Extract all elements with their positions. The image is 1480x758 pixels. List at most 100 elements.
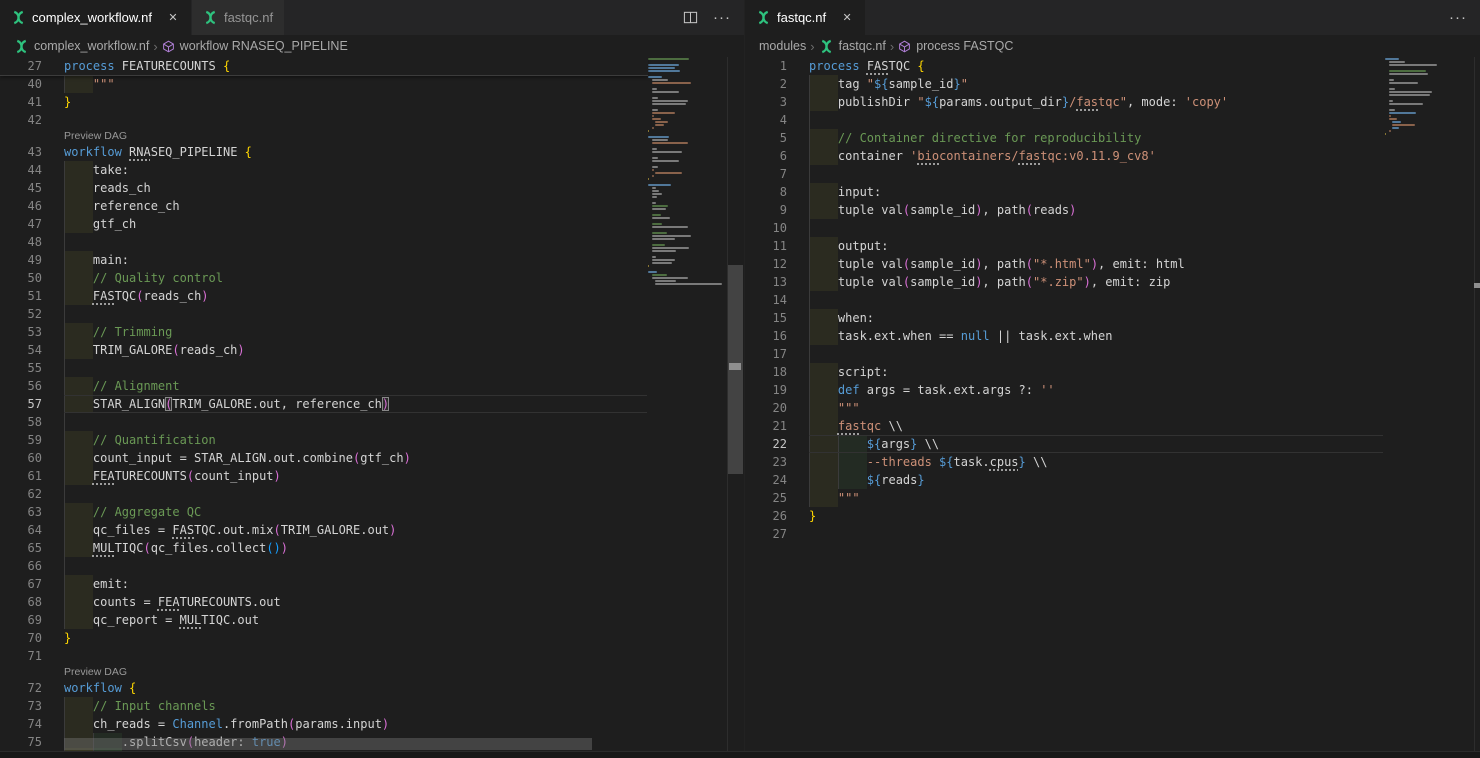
- code-line[interactable]: 69qc_report = MULTIQC.out: [0, 611, 647, 629]
- code-token: ): [274, 541, 281, 555]
- more-actions-icon[interactable]: ···: [1449, 10, 1467, 25]
- code-line[interactable]: 64qc_files = FASTQC.out.mix(TRIM_GALORE.…: [0, 521, 647, 539]
- line-number: 70: [0, 629, 42, 647]
- code-line[interactable]: 55: [0, 359, 647, 377]
- code-token: qc_files.collect: [151, 541, 267, 555]
- code-line[interactable]: 7: [745, 165, 1383, 183]
- code-line[interactable]: 41}: [0, 93, 647, 111]
- breadcrumb-item[interactable]: process FASTQC: [898, 39, 1013, 53]
- code-line[interactable]: 73// Input channels: [0, 697, 647, 715]
- code-line[interactable]: 1process FASTQC {: [745, 57, 1383, 75]
- code-line[interactable]: 5// Container directive for reproducibil…: [745, 129, 1383, 147]
- codelens-preview-dag[interactable]: Preview DAG: [64, 129, 127, 143]
- code-token: ${: [867, 473, 881, 487]
- codelens-preview-dag[interactable]: Preview DAG: [64, 665, 127, 679]
- code-line[interactable]: 12tuple val(sample_id), path("*.html"), …: [745, 255, 1383, 273]
- code-line[interactable]: 23--threads ${task.cpus} \\: [745, 453, 1383, 471]
- code-line[interactable]: 50// Quality control: [0, 269, 647, 287]
- line-number: 4: [745, 111, 787, 129]
- code-line[interactable]: 42: [0, 111, 647, 129]
- code-line[interactable]: 71: [0, 647, 647, 665]
- code-line[interactable]: 16task.ext.when == null || task.ext.when: [745, 327, 1383, 345]
- split-editor-icon[interactable]: [683, 10, 698, 25]
- code-line[interactable]: 62: [0, 485, 647, 503]
- code-line[interactable]: 63// Aggregate QC: [0, 503, 647, 521]
- code-line[interactable]: 2tag "${sample_id}": [745, 75, 1383, 93]
- code-line[interactable]: 6container 'biocontainers/fastqc:v0.11.9…: [745, 147, 1383, 165]
- code-line[interactable]: 25""": [745, 489, 1383, 507]
- code-line[interactable]: 3publishDir "${params.output_dir}/fastqc…: [745, 93, 1383, 111]
- more-actions-icon[interactable]: ···: [713, 10, 731, 25]
- code-line[interactable]: 24${reads}: [745, 471, 1383, 489]
- horizontal-scrollbar-thumb[interactable]: [64, 738, 592, 750]
- code-line[interactable]: 59// Quantification: [0, 431, 647, 449]
- code-text: take:: [93, 161, 129, 179]
- breadcrumb-item[interactable]: modules: [759, 39, 806, 53]
- tab-bar: fastqc.nf✕ ···: [745, 0, 1480, 35]
- code-token: }: [1019, 455, 1026, 469]
- code-line[interactable]: 19def args = task.ext.args ?: '': [745, 381, 1383, 399]
- code-line[interactable]: 11output:: [745, 237, 1383, 255]
- code-line[interactable]: 54TRIM_GALORE(reads_ch): [0, 341, 647, 359]
- code-line[interactable]: 58: [0, 413, 647, 431]
- code-line[interactable]: 4: [745, 111, 1383, 129]
- breadcrumb-item[interactable]: fastqc.nf: [819, 39, 886, 54]
- code-line[interactable]: 74ch_reads = Channel.fromPath(params.inp…: [0, 715, 647, 733]
- code-line[interactable]: 67emit:: [0, 575, 647, 593]
- code-line[interactable]: 45reads_ch: [0, 179, 647, 197]
- code-line[interactable]: 70}: [0, 629, 647, 647]
- code-line[interactable]: 40""": [0, 75, 647, 93]
- code-line[interactable]: 9tuple val(sample_id), path(reads): [745, 201, 1383, 219]
- code-token: }: [64, 95, 71, 109]
- code-line[interactable]: 68counts = FEATURECOUNTS.out: [0, 593, 647, 611]
- code-line[interactable]: 60count_input = STAR_ALIGN.out.combine(g…: [0, 449, 647, 467]
- code-line[interactable]: 51FASTQC(reads_ch): [0, 287, 647, 305]
- tab-fastqc.nf[interactable]: fastqc.nf✕: [745, 0, 866, 35]
- code-line[interactable]: 18script:: [745, 363, 1383, 381]
- window-bottom-edge: [0, 751, 1480, 758]
- code-line[interactable]: 46reference_ch: [0, 197, 647, 215]
- code-line[interactable]: 49main:: [0, 251, 647, 269]
- code-line[interactable]: 20""": [745, 399, 1383, 417]
- tab-close-icon[interactable]: ✕: [840, 11, 854, 24]
- code-line[interactable]: 56// Alignment: [0, 377, 647, 395]
- code-token: ): [201, 289, 208, 303]
- code-token: workflow: [64, 681, 122, 695]
- code-token: sample_id: [888, 77, 953, 91]
- line-number: 15: [745, 309, 787, 327]
- code-line[interactable]: 47gtf_ch: [0, 215, 647, 233]
- code-token: tqc: [860, 419, 882, 433]
- code-line[interactable]: 27: [745, 525, 1383, 543]
- code-line[interactable]: 65MULTIQC(qc_files.collect()): [0, 539, 647, 557]
- tab-close-icon[interactable]: ✕: [166, 11, 180, 24]
- code-line[interactable]: 13tuple val(sample_id), path("*.zip"), e…: [745, 273, 1383, 291]
- code-token: FAS: [172, 523, 194, 537]
- tab-complex_workflow.nf[interactable]: complex_workflow.nf✕: [0, 0, 192, 35]
- line-number: 47: [0, 215, 42, 233]
- code-line[interactable]: 44take:: [0, 161, 647, 179]
- code-line[interactable]: 10: [745, 219, 1383, 237]
- code-line[interactable]: 48: [0, 233, 647, 251]
- minimap[interactable]: [648, 58, 727, 286]
- code-line[interactable]: 15when:: [745, 309, 1383, 327]
- code-line[interactable]: 61FEATURECOUNTS(count_input): [0, 467, 647, 485]
- breadcrumb-item[interactable]: complex_workflow.nf: [14, 39, 149, 54]
- code-line[interactable]: 8input:: [745, 183, 1383, 201]
- line-number: 8: [745, 183, 787, 201]
- code-line[interactable]: 52: [0, 305, 647, 323]
- code-line[interactable]: 66: [0, 557, 647, 575]
- code-line[interactable]: 14: [745, 291, 1383, 309]
- code-text: ${reads}: [867, 471, 925, 489]
- sticky-scroll-line[interactable]: 27process FEATURECOUNTS {: [0, 57, 648, 76]
- code-line[interactable]: 21fastqc \\: [745, 417, 1383, 435]
- code-line[interactable]: 17: [745, 345, 1383, 363]
- code-line[interactable]: 72workflow {: [0, 679, 647, 697]
- code-line[interactable]: 26}: [745, 507, 1383, 525]
- breadcrumb-item[interactable]: workflow RNASEQ_PIPELINE: [162, 39, 348, 53]
- minimap[interactable]: [1385, 58, 1457, 139]
- code-line[interactable]: 53// Trimming: [0, 323, 647, 341]
- tab-fastqc.nf[interactable]: fastqc.nf: [192, 0, 285, 35]
- code-line[interactable]: 22${args} \\: [745, 435, 1383, 453]
- code-line[interactable]: 57STAR_ALIGN(TRIM_GALORE.out, reference_…: [0, 395, 647, 413]
- code-line[interactable]: 43workflow RNASEQ_PIPELINE {: [0, 143, 647, 161]
